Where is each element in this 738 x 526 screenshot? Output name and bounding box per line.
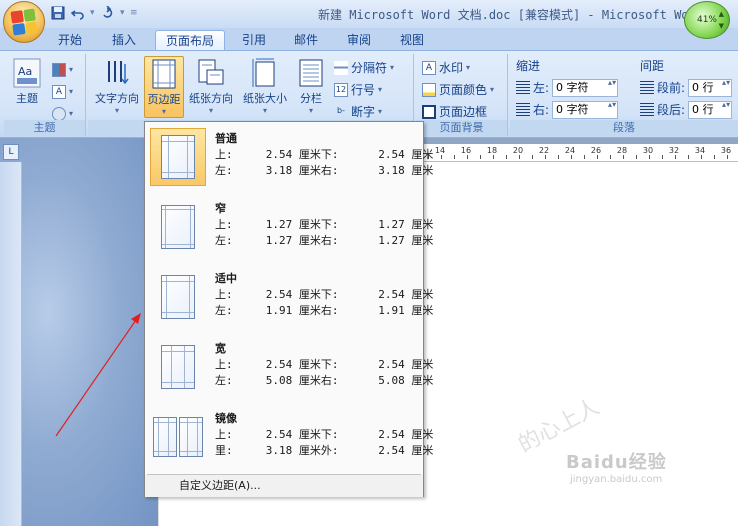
up-down-arrow-icon: ▲ ▼ bbox=[718, 10, 724, 30]
custom-margins-item[interactable]: 自定义边距(A)... bbox=[145, 475, 423, 497]
page-moderate-icon bbox=[161, 275, 195, 319]
office-button[interactable] bbox=[3, 1, 45, 43]
custom-margins-label: 自定义边距(A)... bbox=[179, 479, 261, 492]
option-line2: 左: 1.91 厘米右: 1.91 厘米 bbox=[215, 304, 434, 317]
page-mirrored-icon bbox=[153, 417, 203, 457]
option-name: 普通 bbox=[215, 132, 237, 145]
margin-option-normal[interactable]: 普通 上: 2.54 厘米下: 2.54 厘米 左: 3.18 厘米右: 3.1… bbox=[147, 124, 433, 194]
option-name: 适中 bbox=[215, 272, 237, 285]
option-line1: 上: 2.54 厘米下: 2.54 厘米 bbox=[215, 358, 434, 371]
margins-dropdown: 普通 上: 2.54 厘米下: 2.54 厘米 左: 3.18 厘米右: 3.1… bbox=[144, 121, 433, 497]
page-normal-icon bbox=[161, 135, 195, 179]
margin-thumb-moderate bbox=[150, 268, 206, 326]
option-name: 镜像 bbox=[215, 412, 237, 425]
margin-option-narrow[interactable]: 窄 上: 1.27 厘米下: 1.27 厘米 左: 1.27 厘米右: 1.27… bbox=[147, 194, 433, 264]
page-setup-icon bbox=[153, 479, 167, 493]
option-line1: 上: 2.54 厘米下: 2.54 厘米 bbox=[215, 288, 434, 301]
option-line1: 上: 1.27 厘米下: 1.27 厘米 bbox=[215, 218, 434, 231]
option-line1: 上: 2.54 厘米下: 2.54 厘米 bbox=[215, 428, 434, 441]
margin-thumb-mirrored bbox=[150, 408, 206, 466]
arrow-shaft bbox=[55, 319, 137, 437]
option-line1: 上: 2.54 厘米下: 2.54 厘米 bbox=[215, 148, 434, 161]
margin-option-moderate[interactable]: 适中 上: 2.54 厘米下: 2.54 厘米 左: 1.91 厘米右: 1.9… bbox=[147, 264, 433, 334]
arrow-head bbox=[131, 313, 141, 324]
margin-thumb-normal bbox=[150, 128, 206, 186]
badge-value: 41% bbox=[696, 15, 717, 25]
option-name: 宽 bbox=[215, 342, 226, 355]
progress-badge: 41% ▲ ▼ bbox=[684, 1, 730, 39]
margin-option-mirrored[interactable]: 镜像 上: 2.54 厘米下: 2.54 厘米 里: 3.18 厘米外: 2.5… bbox=[147, 404, 433, 474]
option-line2: 左: 1.27 厘米右: 1.27 厘米 bbox=[215, 234, 434, 247]
page-narrow-icon bbox=[161, 205, 195, 249]
margin-thumb-wide bbox=[150, 338, 206, 396]
page-wide-icon bbox=[161, 345, 195, 389]
option-line2: 左: 3.18 厘米右: 3.18 厘米 bbox=[215, 164, 434, 177]
option-line2: 里: 3.18 厘米外: 2.54 厘米 bbox=[215, 444, 434, 457]
option-line2: 左: 5.08 厘米右: 5.08 厘米 bbox=[215, 374, 434, 387]
margin-option-wide[interactable]: 宽 上: 2.54 厘米下: 2.54 厘米 左: 5.08 厘米右: 5.08… bbox=[147, 334, 433, 404]
option-name: 窄 bbox=[215, 202, 226, 215]
office-logo-icon bbox=[10, 8, 38, 36]
margin-thumb-narrow bbox=[150, 198, 206, 256]
